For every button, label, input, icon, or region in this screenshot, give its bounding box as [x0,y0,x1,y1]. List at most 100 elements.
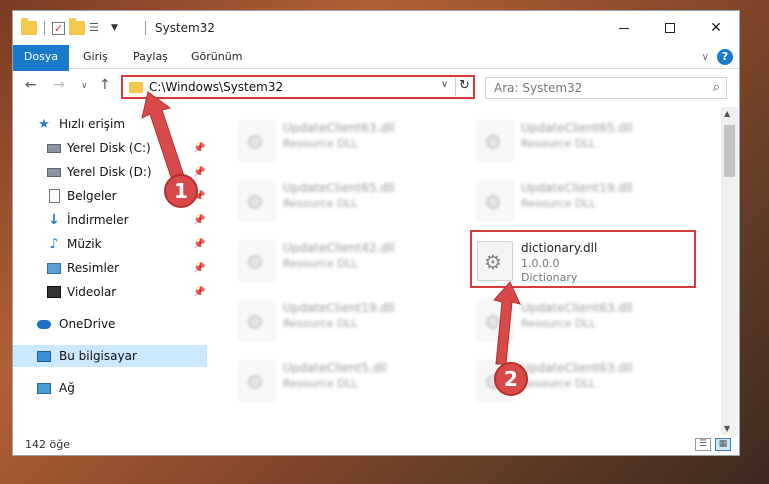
tab-share[interactable]: Paylaş [133,45,168,69]
ribbon-controls: ∨ ? [702,49,733,65]
sidebar-item-label: Yerel Disk (D:) [67,165,152,179]
scroll-up-icon[interactable]: ▲ [724,109,730,118]
videos-icon [47,285,61,299]
sidebar-item-music[interactable]: ♪ Müzik 📌 [13,233,207,255]
file-item[interactable]: ⚙ UpdateClient19.dll Resource DLL [231,295,461,347]
sidebar-item-this-pc[interactable]: Bu bilgisayar [13,345,207,367]
documents-icon [47,189,61,203]
sidebar-item-label: Bu bilgisayar [59,349,137,363]
sidebar-item-label: Müzik [67,237,102,251]
address-separator [455,78,456,96]
help-icon[interactable]: ? [717,49,733,65]
forward-arrow-icon[interactable]: → [53,77,65,93]
scroll-down-icon[interactable]: ▼ [724,424,730,433]
pictures-icon [47,261,61,275]
minimize-button[interactable] [601,11,647,45]
title-bar: ✓ ☰ ▼ System32 ✕ [13,11,739,45]
file-description: Resource DLL [521,137,596,150]
recent-locations-chevron-icon[interactable]: ∨ [81,81,88,91]
sidebar-item-label: Resimler [67,261,120,275]
file-description: Resource DLL [283,317,358,330]
close-icon: ✕ [710,20,722,36]
file-description: Resource DLL [521,377,596,390]
address-dropdown-chevron-icon[interactable]: ∨ [441,79,448,90]
computer-icon [37,349,51,363]
network-icon [37,381,51,395]
chevron-down-icon[interactable]: ▼ [111,23,118,33]
file-name: UpdateClient63.dll [521,301,633,315]
expand-ribbon-chevron-icon[interactable]: ∨ [702,52,709,63]
sidebar-item-downloads[interactable]: ↓ İndirmeler 📌 [13,209,207,231]
tab-view[interactable]: Görünüm [191,45,242,69]
navigation-bar: ← → ∨ ↑ C:\Windows\System32 ∨ ↻ Ara: Sys… [13,71,739,103]
ribbon-tabs: Dosya Giriş Paylaş Görünüm ∨ ? [13,45,739,97]
dll-file-icon: ⚙ [239,121,275,161]
vertical-scrollbar[interactable]: ▲ ▼ [721,107,738,435]
customize-icon[interactable]: ☰ [89,21,107,35]
close-button[interactable]: ✕ [693,11,739,45]
dll-file-icon: ⚙ [239,301,275,341]
pin-icon[interactable]: 📌 [193,143,205,154]
details-view-icon[interactable]: ☰ [695,438,711,451]
pin-icon[interactable]: 📌 [193,215,205,226]
minimize-icon [619,27,629,29]
file-description: Resource DLL [283,257,358,270]
pin-icon[interactable]: 📌 [193,167,205,178]
back-arrow-icon[interactable]: ← [25,77,37,93]
file-name: UpdateClient65.dll [521,121,633,135]
drive-icon [47,165,61,179]
step-2-badge: 2 [494,362,528,396]
sidebar-item-label: Hızlı erişim [59,117,126,131]
navigation-pane: ★ Hızlı erişim Yerel Disk (C:) 📌 Yerel D… [13,107,209,435]
dll-file-icon: ⚙ [239,181,275,221]
sidebar-item-disk-c[interactable]: Yerel Disk (C:) 📌 [13,137,207,159]
properties-check-icon[interactable]: ✓ [52,21,65,35]
file-item[interactable]: ⚙ UpdateClient5.dll Resource DLL [231,355,461,407]
dll-file-icon: ⚙ [239,361,275,401]
sidebar-item-videos[interactable]: Videolar 📌 [13,281,207,303]
status-bar: 142 öğe ☰ ▦ [13,435,739,455]
address-folder-icon [129,82,143,93]
file-highlight-box [470,230,696,288]
file-name: UpdateClient42.dll [283,241,395,255]
file-item[interactable]: ⚙ UpdateClient65.dll Resource DLL [231,175,461,227]
folder-icon [21,18,37,35]
file-name: UpdateClient19.dll [283,301,395,315]
pin-icon[interactable]: 📌 [193,287,205,298]
file-item[interactable]: ⚙ UpdateClient42.dll Resource DLL [231,235,461,287]
maximize-button[interactable] [647,11,693,45]
sidebar-item-pictures[interactable]: Resimler 📌 [13,257,207,279]
search-input[interactable]: Ara: System32 ⌕ [485,77,727,99]
file-description: Resource DLL [521,317,596,330]
cloud-icon [37,317,51,331]
refresh-icon[interactable]: ↻ [459,78,470,93]
dll-file-icon: ⚙ [239,241,275,281]
pin-icon[interactable]: 📌 [193,263,205,274]
pin-icon[interactable]: 📌 [193,239,205,250]
file-name: UpdateClient19.dll [521,181,633,195]
sidebar-item-network[interactable]: Ağ [13,377,207,399]
search-placeholder: Ara: System32 [494,81,583,95]
file-item[interactable]: ⚙ UpdateClient63.dll Resource DLL [469,295,699,347]
dll-file-icon: ⚙ [477,301,513,341]
file-name: UpdateClient63.dll [521,361,633,375]
sidebar-item-label: Belgeler [67,189,117,203]
address-path[interactable]: C:\Windows\System32 [149,80,283,94]
quick-access-toolbar: ✓ ☰ ▼ [21,18,118,37]
sidebar-item-label: OneDrive [59,317,116,331]
file-item[interactable]: ⚙ UpdateClient63.dll Resource DLL [231,115,461,167]
tiles-view-icon[interactable]: ▦ [715,438,731,451]
file-name: UpdateClient65.dll [283,181,395,195]
file-item[interactable]: ⚙ UpdateClient19.dll Resource DLL [469,175,699,227]
tab-home[interactable]: Giriş [83,45,108,69]
sidebar-item-label: Ağ [59,381,75,395]
up-arrow-icon[interactable]: ↑ [99,77,111,93]
file-item[interactable]: ⚙ UpdateClient65.dll Resource DLL [469,115,699,167]
sidebar-item-onedrive[interactable]: OneDrive [13,313,207,335]
dll-file-icon: ⚙ [477,121,513,161]
new-folder-icon[interactable] [69,18,85,35]
scroll-thumb[interactable] [724,125,735,177]
search-icon[interactable]: ⌕ [713,80,720,95]
address-bar[interactable]: C:\Windows\System32 ∨ ↻ [121,75,475,99]
sidebar-item-quick-access[interactable]: ★ Hızlı erişim [13,113,207,135]
